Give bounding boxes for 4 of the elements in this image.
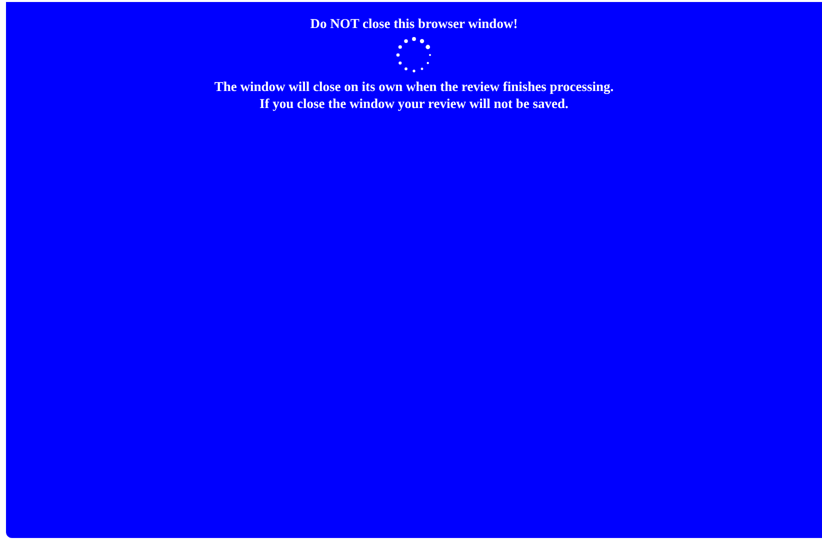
info-text: If you close the window your review will not be saved. — [260, 95, 568, 112]
loading-spinner-icon — [395, 36, 433, 74]
info-text: The window will close on its own when the review finishes processing. — [214, 78, 614, 95]
warning-heading: Do NOT close this browser window! — [310, 16, 518, 32]
